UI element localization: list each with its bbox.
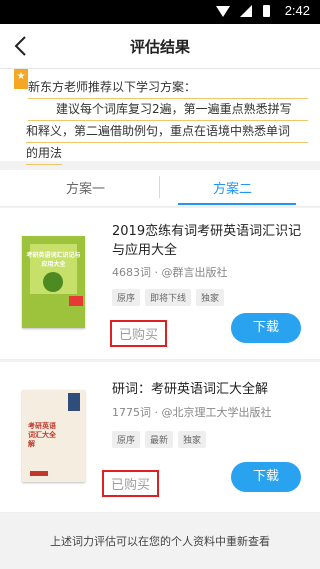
book-card[interactable]: 考研英语词汇识记与应用大全 2019恋练有词考研英语词汇识记与应用大全 4683… xyxy=(0,208,320,360)
purchased-label: 已购买 xyxy=(102,470,160,497)
tag: 最新 xyxy=(145,431,174,448)
book-card[interactable]: 考研英语词汇大全解 研词：考研英语词汇大全解 1775词 · @北京理工大学出版… xyxy=(0,362,320,513)
cover-stripe xyxy=(30,471,48,476)
download-button[interactable]: 下载 xyxy=(231,313,301,343)
recommendation-text: 新东方老师推荐以下学习方案： 建议每个词库复习2遍，第一遍重点熟悉拼写 和释义，… xyxy=(26,77,308,165)
tag-row: 原序 最新 独家 xyxy=(112,428,211,448)
recommendation-line: 和释义，第二遍借助例句，重点在语境中熟悉单词 xyxy=(26,121,308,143)
wifi-icon xyxy=(216,6,230,17)
footer-note: 上述词力评估可以在您的个人资料中重新查看 xyxy=(50,535,270,548)
recommendation-intro: 新东方老师推荐以下学习方案： xyxy=(28,77,308,99)
tag: 独家 xyxy=(178,431,207,448)
tag: 原序 xyxy=(112,289,141,306)
recommendation-panel: ★ 新东方老师推荐以下学习方案： 建议每个词库复习2遍，第一遍重点熟悉拼写 和释… xyxy=(0,69,320,165)
publisher: @北京理工大学出版社 xyxy=(161,406,272,419)
status-time: 2:42 xyxy=(284,3,310,18)
recommendation-line: 建议每个词库复习2遍，第一遍重点熟悉拼写 xyxy=(28,99,308,121)
purchased-label: 已购买 xyxy=(110,320,168,347)
signal-icon xyxy=(240,5,252,17)
status-bar: 2:42 xyxy=(0,0,320,24)
download-button[interactable]: 下载 xyxy=(231,462,301,492)
active-tab-indicator xyxy=(178,203,296,205)
app-bar: 评估结果 xyxy=(0,24,320,69)
page-title: 评估结果 xyxy=(129,38,190,56)
tab-plan-two[interactable]: 方案二 xyxy=(213,178,252,197)
cover-badge xyxy=(69,296,83,306)
publisher-logo-icon xyxy=(68,393,80,411)
tag: 独家 xyxy=(196,289,225,306)
tab-divider xyxy=(159,176,160,198)
word-count: 4683词 xyxy=(112,266,151,279)
tag: 即将下线 xyxy=(145,289,192,306)
book-meta: 1775词 · @北京理工大学出版社 xyxy=(112,406,272,419)
cover-title: 考研英语词汇识记与应用大全 xyxy=(26,252,81,268)
star-badge-icon: ★ xyxy=(14,69,28,89)
tree-graphic xyxy=(43,272,63,292)
word-count: 1775词 xyxy=(112,406,151,419)
tab-plan-one[interactable]: 方案一 xyxy=(66,178,105,197)
cover-title: 考研英语词汇大全解 xyxy=(28,422,56,448)
tag: 原序 xyxy=(112,431,141,448)
tag-row: 原序 即将下线 独家 xyxy=(112,286,229,306)
book-cover-image: 考研英语词汇识记与应用大全 xyxy=(22,236,85,328)
plan-tabs: 方案一 方案二 xyxy=(0,170,320,207)
book-cover-image: 考研英语词汇大全解 xyxy=(22,390,85,482)
book-title: 2019恋练有词考研英语词汇识记与应用大全 xyxy=(112,224,302,258)
book-meta: 4683词 · @群言出版社 xyxy=(112,266,228,279)
battery-icon xyxy=(263,5,270,17)
recommendation-line: 的用法 xyxy=(26,143,63,165)
book-title: 研词：考研英语词汇大全解 xyxy=(112,382,269,397)
publisher: @群言出版社 xyxy=(161,266,228,279)
